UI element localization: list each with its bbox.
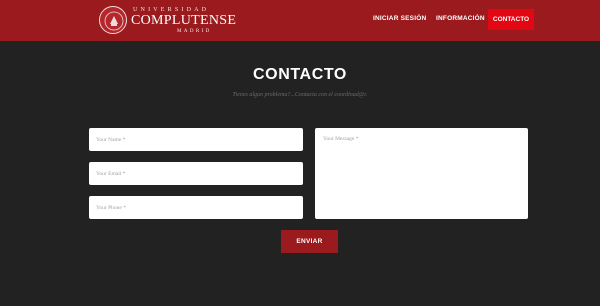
email-field[interactable] — [89, 162, 303, 185]
brand-line-3: MADRID — [177, 29, 212, 34]
phone-field[interactable] — [89, 196, 303, 219]
university-logo[interactable]: UNIVERSIDAD COMPLUTENSE MADRID — [99, 6, 236, 36]
brand-line-2: COMPLUTENSE — [131, 13, 237, 28]
page-subtitle: Tienes algun problema?...Contacta con el… — [232, 92, 368, 98]
page-title: CONTACTO — [253, 66, 347, 83]
send-button[interactable]: ENVIAR — [281, 230, 338, 253]
message-field[interactable] — [315, 128, 528, 219]
nav-link-login[interactable]: INICIAR SESIÓN — [373, 15, 426, 22]
name-field[interactable] — [89, 128, 303, 151]
nav-link-contact[interactable]: CONTACTO — [488, 9, 534, 30]
top-navbar: UNIVERSIDAD COMPLUTENSE MADRID INICIAR S… — [0, 0, 600, 41]
nav-link-info[interactable]: INFORMACIÓN — [436, 15, 485, 22]
university-seal-icon — [99, 6, 127, 34]
